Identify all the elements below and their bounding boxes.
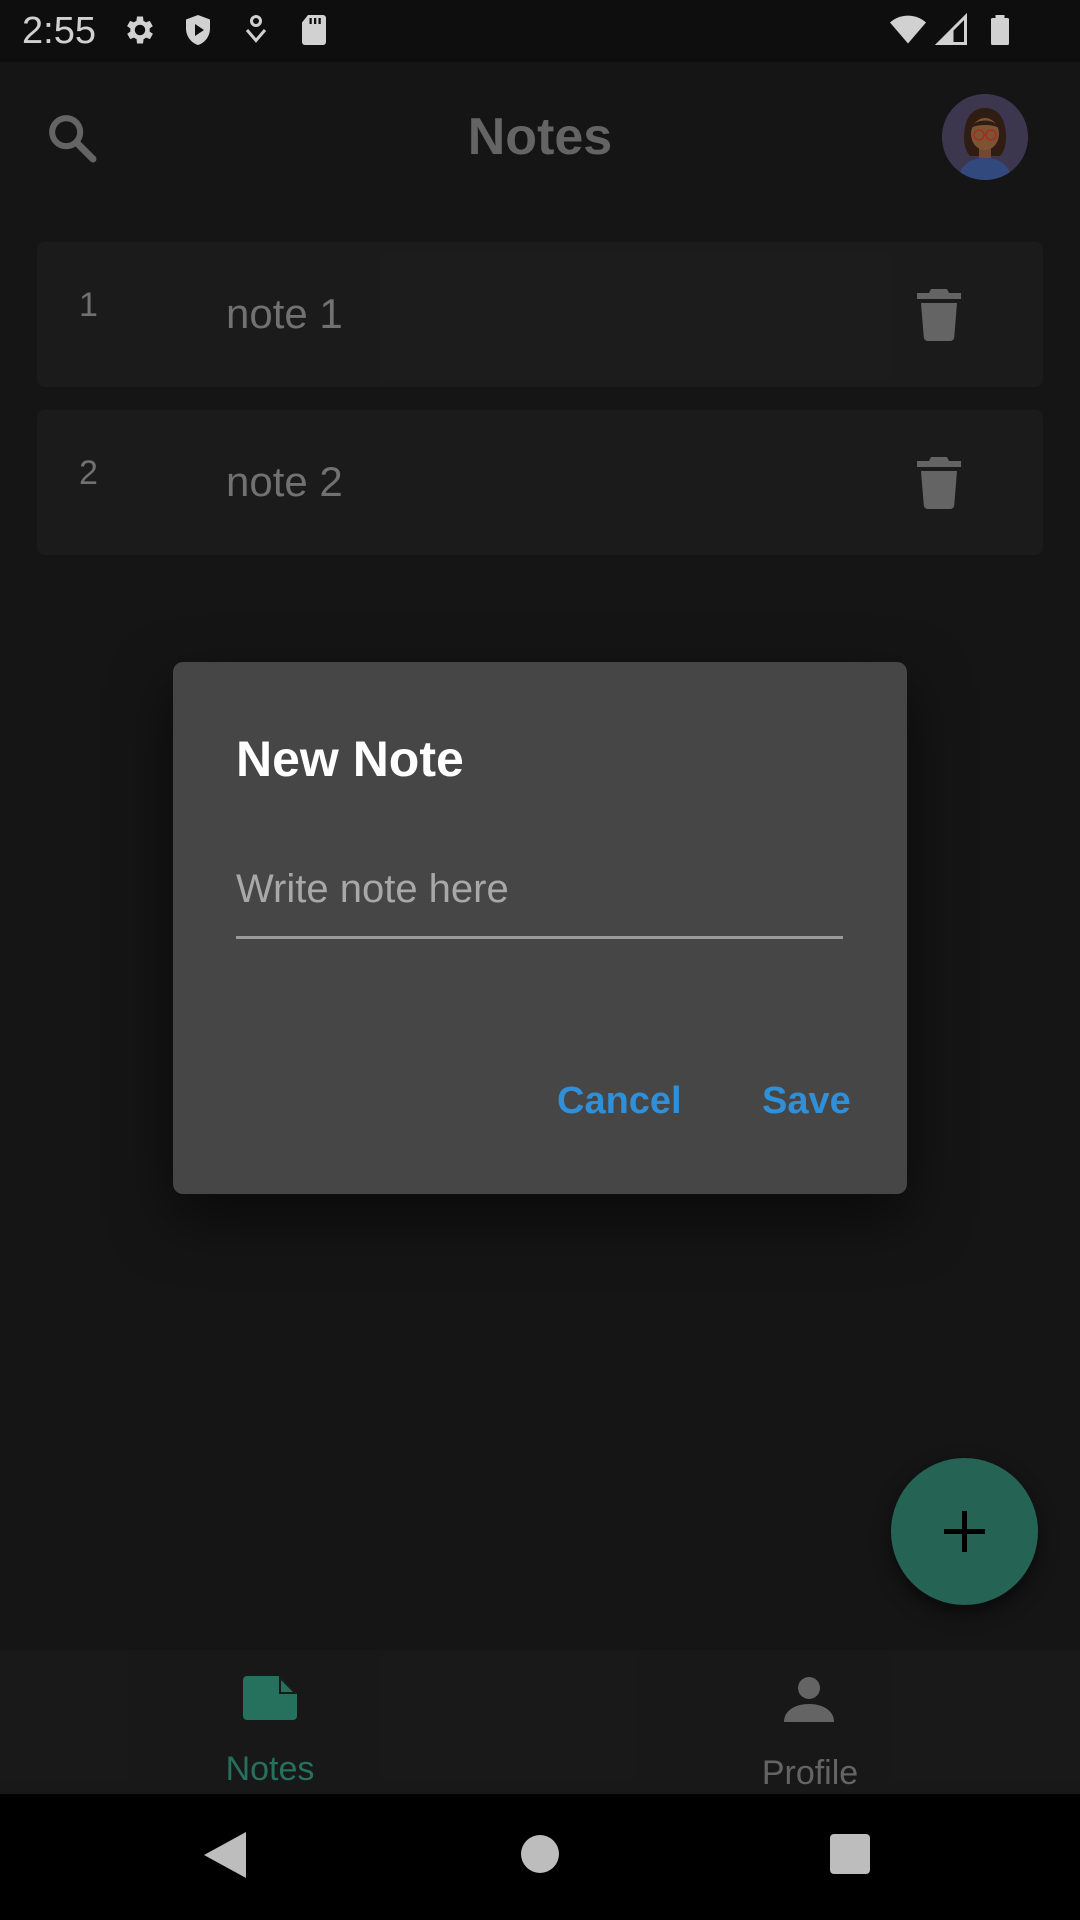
home-icon[interactable] <box>520 1834 560 1874</box>
new-note-dialog: New Note Cancel Save <box>173 662 907 1194</box>
dialog-title: New Note <box>236 731 464 787</box>
save-button[interactable]: Save <box>762 1080 851 1123</box>
back-icon[interactable] <box>204 1832 246 1878</box>
recents-icon[interactable] <box>830 1834 870 1874</box>
note-input[interactable] <box>236 852 843 939</box>
cancel-button[interactable]: Cancel <box>557 1080 682 1123</box>
system-navigation-bar <box>0 1794 1080 1920</box>
